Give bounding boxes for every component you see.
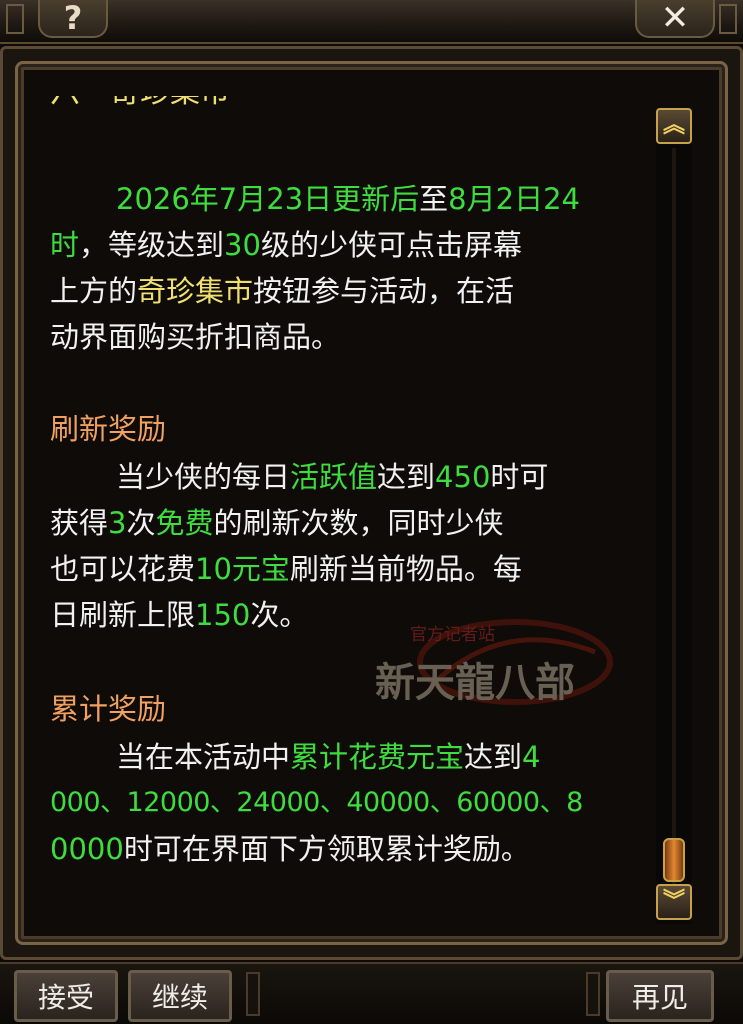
- para3-line1: 当在本活动中累计花费元宝达到4: [116, 734, 648, 780]
- section-title-partial: 六・奇珍集市: [50, 96, 648, 116]
- tier-values: 0000: [50, 832, 124, 866]
- para2-line3: 也可以花费10元宝刷新当前物品。每: [50, 546, 648, 592]
- free-label: 免费: [155, 506, 214, 540]
- text-span: 获得: [50, 506, 109, 540]
- para1-line3: 上方的奇珍集市按钮参与活动，在活: [50, 268, 648, 314]
- para3-line3: 0000时可在界面下方领取累计奖励。: [50, 826, 648, 872]
- para1-line2: 时，等级达到30级的少侠可点击屏幕: [50, 222, 648, 268]
- scroll-up-button[interactable]: ︽: [656, 108, 692, 144]
- bar-ornament: [246, 972, 260, 1016]
- date-range-start: 2026年7月23日更新后: [116, 182, 420, 216]
- text-span: 刷新当前物品。每: [289, 552, 522, 586]
- action-bar: 接受 继续 再见: [0, 962, 743, 1024]
- activity-threshold: 450: [435, 460, 491, 494]
- para2-line1: 当少侠的每日活跃值达到450时可: [116, 454, 648, 500]
- text-span: 时可: [490, 460, 549, 494]
- text-span: 的刷新次数，同时少侠: [213, 506, 504, 540]
- double-chevron-up-icon: ︽: [662, 113, 685, 138]
- level-requirement: 30: [224, 228, 261, 262]
- goodbye-button[interactable]: 再见: [606, 970, 714, 1022]
- tier-values: 4: [522, 740, 541, 774]
- para1-line4: 动界面购买折扣商品。: [50, 314, 648, 360]
- section-title-refresh-reward: 刷新奖励: [50, 412, 167, 446]
- refresh-cost: 10元宝: [195, 552, 290, 586]
- text-span: 时: [50, 228, 80, 262]
- para1-line1: 2026年7月23日更新后至8月2日24: [116, 176, 648, 222]
- text-span: ，等级达到: [79, 228, 225, 262]
- activity-value: 活跃值: [290, 460, 378, 494]
- section-title-cumulative-reward: 累计奖励: [50, 692, 167, 726]
- double-chevron-down-icon: ︾: [662, 889, 685, 914]
- frame-corner-ornament: [719, 4, 737, 34]
- para2-line4: 日刷新上限150次。: [50, 592, 648, 638]
- date-range-end: 8月2日24: [448, 182, 580, 216]
- text-span: 时可在界面下方领取累计奖励。: [123, 832, 530, 866]
- frame-corner-ornament: [6, 4, 24, 34]
- market-name: 奇珍集市: [137, 274, 254, 308]
- text-span: 次: [126, 506, 156, 540]
- description-panel: 六・奇珍集市 2026年7月23日更新后至8月2日24 时，等级达到30级的少侠…: [32, 96, 648, 926]
- free-count: 3: [108, 506, 127, 540]
- text-span: 当少侠的每日: [116, 460, 291, 494]
- scrollbar-thumb[interactable]: [663, 838, 685, 882]
- text-span: 按钮参与活动，在活: [253, 274, 515, 308]
- text-span: 达到: [377, 460, 436, 494]
- accept-button[interactable]: 接受: [14, 970, 118, 1022]
- bar-ornament: [586, 972, 600, 1016]
- para3-line2-tier-values: 000、12000、24000、40000、60000、8: [50, 787, 583, 818]
- text-span: 级的少侠可点击屏幕: [260, 228, 522, 262]
- text-span: 动界面购买折扣商品。: [50, 320, 341, 354]
- text-span: 日刷新上限: [50, 598, 196, 632]
- close-icon: ✕: [660, 0, 690, 38]
- title-bar: ? ✕: [0, 0, 743, 44]
- continue-button[interactable]: 继续: [128, 970, 232, 1022]
- text-span: 也可以花费: [50, 552, 196, 586]
- question-mark-icon: ?: [63, 0, 83, 37]
- text-span: 次。: [250, 598, 309, 632]
- text-span: 达到: [464, 740, 523, 774]
- text-span: 至: [419, 182, 449, 216]
- scrollbar[interactable]: ︽ ︾: [656, 108, 692, 924]
- scrollbar-track: [672, 148, 676, 884]
- scroll-down-button[interactable]: ︾: [656, 884, 692, 920]
- text-span: 当在本活动中: [116, 740, 291, 774]
- close-button[interactable]: ✕: [635, 0, 715, 38]
- help-button[interactable]: ?: [38, 0, 108, 38]
- refresh-limit: 150: [195, 598, 251, 632]
- para2-line2: 获得3次免费的刷新次数，同时少侠: [50, 500, 648, 546]
- text-span: 上方的: [50, 274, 138, 308]
- cumulative-spend: 累计花费元宝: [290, 740, 465, 774]
